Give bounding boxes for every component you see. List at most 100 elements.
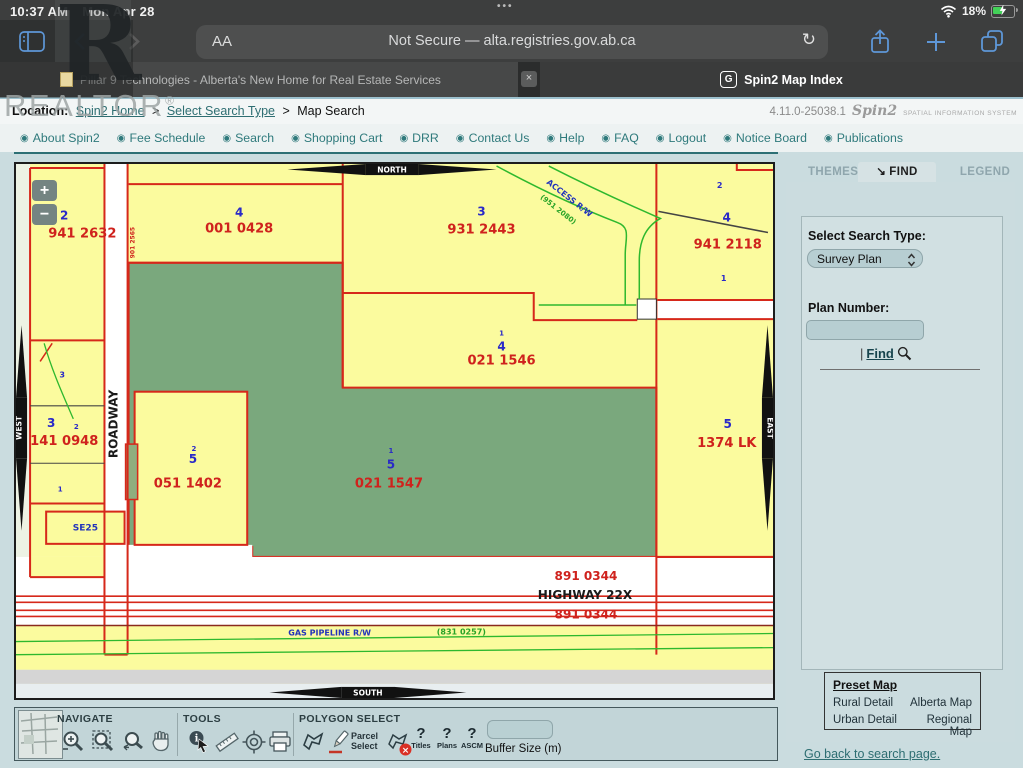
plan-number-label: Plan Number: <box>808 301 889 315</box>
address-bar[interactable]: AA Not Secure — alta.registries.gov.ab.c… <box>196 25 828 59</box>
top-nav-menu: ◉About Spin2 ◉Fee Schedule ◉Search ◉Shop… <box>0 124 1023 152</box>
map-viewport[interactable]: NORTH SOUTH WEST EAST 2941 2632901 2565R… <box>14 162 775 700</box>
menu-bullet-icon: ◉ <box>723 133 732 144</box>
menu-item[interactable]: ◉Help <box>546 131 584 145</box>
forward-icon[interactable] <box>128 32 140 51</box>
zoom-in-button[interactable]: + <box>32 180 57 201</box>
find-row: | Find <box>860 346 912 361</box>
map-label: 001 0428 <box>205 222 273 237</box>
breadcrumb-select-search-type[interactable]: Select Search Type <box>167 104 275 118</box>
titles-label: Titles <box>408 741 434 750</box>
search-type-label: Select Search Type: <box>808 229 926 243</box>
zoom-out-button[interactable]: − <box>32 204 57 225</box>
find-button[interactable]: Find <box>866 346 893 361</box>
map-label: 891 0344 <box>555 569 618 583</box>
print-tool-icon[interactable] <box>267 729 293 755</box>
menu-item-label: Shopping Cart <box>304 131 383 145</box>
map-label: 1 <box>721 274 727 283</box>
find-tab-arrow-icon: ↘ <box>876 166 886 178</box>
menu-bullet-icon: ◉ <box>456 133 465 144</box>
tab-close-icon[interactable]: × <box>521 71 537 87</box>
plan-number-input[interactable] <box>806 320 924 340</box>
breadcrumb-spin2-home[interactable]: Spin2 Home <box>76 104 145 118</box>
tab-find-label: FIND <box>889 166 917 178</box>
query-plans-button[interactable]: ?Plans <box>434 727 460 750</box>
menu-item[interactable]: ◉Contact Us <box>456 131 530 145</box>
map-label: 1 <box>58 484 63 493</box>
browser-chrome: 10:37 AMMon Apr 28 ••• 18% AA Not Secure… <box>0 0 1023 97</box>
spin2-logo-suffix: SPATIAL INFORMATION SYSTEM <box>903 101 1017 126</box>
zoom-in-tool-icon[interactable] <box>61 729 87 755</box>
map-label: (831 0257) <box>437 628 486 637</box>
menu-item[interactable]: ◉DRR <box>399 131 438 145</box>
menu-item-label: Notice Board <box>736 131 807 145</box>
menu-item-label: Fee Schedule <box>129 131 205 145</box>
navigate-section-label: NAVIGATE <box>57 713 113 725</box>
compass-east-label: EAST <box>765 417 773 439</box>
center-target-tool-icon[interactable] <box>241 729 267 755</box>
tab-themes[interactable]: THEMES <box>808 162 858 182</box>
reload-icon[interactable]: ↻ <box>802 30 816 50</box>
query-ascm-button[interactable]: ?ASCM <box>459 727 485 750</box>
menu-item[interactable]: ◉Fee Schedule <box>117 131 206 145</box>
menu-item[interactable]: ◉Logout <box>656 131 706 145</box>
zoom-pan-tool-icon[interactable] <box>121 729 147 755</box>
go-back-link[interactable]: Go back to search page. <box>804 747 940 761</box>
preset-alberta-map[interactable]: Alberta Map <box>907 697 972 709</box>
parcel-select-marker-icon[interactable] <box>327 729 353 755</box>
menu-item[interactable]: ◉FAQ <box>601 131 638 145</box>
map-label: 5 <box>387 457 395 471</box>
preset-urban-detail[interactable]: Urban Detail <box>833 714 907 738</box>
parcel-map[interactable]: NORTH SOUTH WEST EAST 2941 2632901 2565R… <box>16 164 773 698</box>
map-label: 1 <box>389 446 394 455</box>
multitask-handle-icon: ••• <box>497 1 514 12</box>
search-sidebar: THEMES ↘FIND LEGEND Select Search Type: … <box>786 162 1015 762</box>
map-label: 4 <box>497 339 505 353</box>
new-tab-plus-icon[interactable] <box>926 32 946 52</box>
search-type-select[interactable]: Survey Plan <box>807 249 923 268</box>
question-icon: ? <box>434 727 460 741</box>
map-label: 021 1546 <box>467 353 535 368</box>
tab-pillar9-title: Pillar 9 Technologies - Alberta's New Ho… <box>80 73 441 87</box>
tab-pillar9[interactable]: Pillar 9 Technologies - Alberta's New Ho… <box>0 62 518 97</box>
map-label: 051 1402 <box>154 476 222 491</box>
find-panel: Select Search Type: Survey Plan Plan Num… <box>786 182 1015 742</box>
menu-item-label: Help <box>559 131 584 145</box>
menu-item[interactable]: ◉Publications <box>824 131 903 145</box>
find-form-box: Select Search Type: Survey Plan Plan Num… <box>801 216 1003 670</box>
compass-north-label: NORTH <box>377 166 407 175</box>
status-time-date: 10:37 AMMon Apr 28 <box>10 4 155 19</box>
map-label: 941 2118 <box>694 238 762 253</box>
menu-item[interactable]: ◉About Spin2 <box>20 131 100 145</box>
find-magnifier-icon[interactable] <box>897 346 912 361</box>
preset-rural-detail[interactable]: Rural Detail <box>833 697 907 709</box>
query-titles-button[interactable]: ?Titles <box>408 727 434 750</box>
menu-item[interactable]: ◉Shopping Cart <box>291 131 382 145</box>
zoom-window-tool-icon[interactable] <box>91 729 117 755</box>
tabs-overview-icon[interactable] <box>980 29 1004 53</box>
draw-polygon-tool-icon[interactable] <box>301 731 327 757</box>
tab-legend[interactable]: LEGEND <box>958 162 1012 182</box>
buffer-size-input[interactable] <box>487 720 553 739</box>
map-label: 931 2443 <box>447 223 515 238</box>
breadcrumb-sep: > <box>152 104 159 118</box>
date: Mon Apr 28 <box>82 4 154 19</box>
map-label: SE25 <box>73 524 98 534</box>
map-label: 021 1547 <box>355 476 423 491</box>
menu-item[interactable]: ◉ Notice Board <box>723 131 807 145</box>
measure-tool-icon[interactable] <box>214 729 240 755</box>
pan-hand-tool-icon[interactable] <box>149 729 175 755</box>
menu-item[interactable]: ◉Search <box>222 131 274 145</box>
buffer-size-label: Buffer Size (m) <box>485 743 561 755</box>
back-icon[interactable] <box>74 32 86 51</box>
share-icon[interactable] <box>868 28 892 56</box>
menu-item-label: Logout <box>669 131 707 145</box>
map-label: ROADWAY <box>107 390 121 459</box>
map-label: 1 <box>499 328 504 337</box>
sidebar-toggle-icon[interactable] <box>19 31 45 52</box>
tab-find[interactable]: ↘FIND <box>858 162 936 182</box>
tab-spin2[interactable]: G Spin2 Map Index <box>540 62 1023 97</box>
identify-tool-icon[interactable]: i <box>187 729 213 755</box>
preset-regional-map[interactable]: Regional Map <box>907 714 972 738</box>
question-icon: ? <box>408 727 434 741</box>
